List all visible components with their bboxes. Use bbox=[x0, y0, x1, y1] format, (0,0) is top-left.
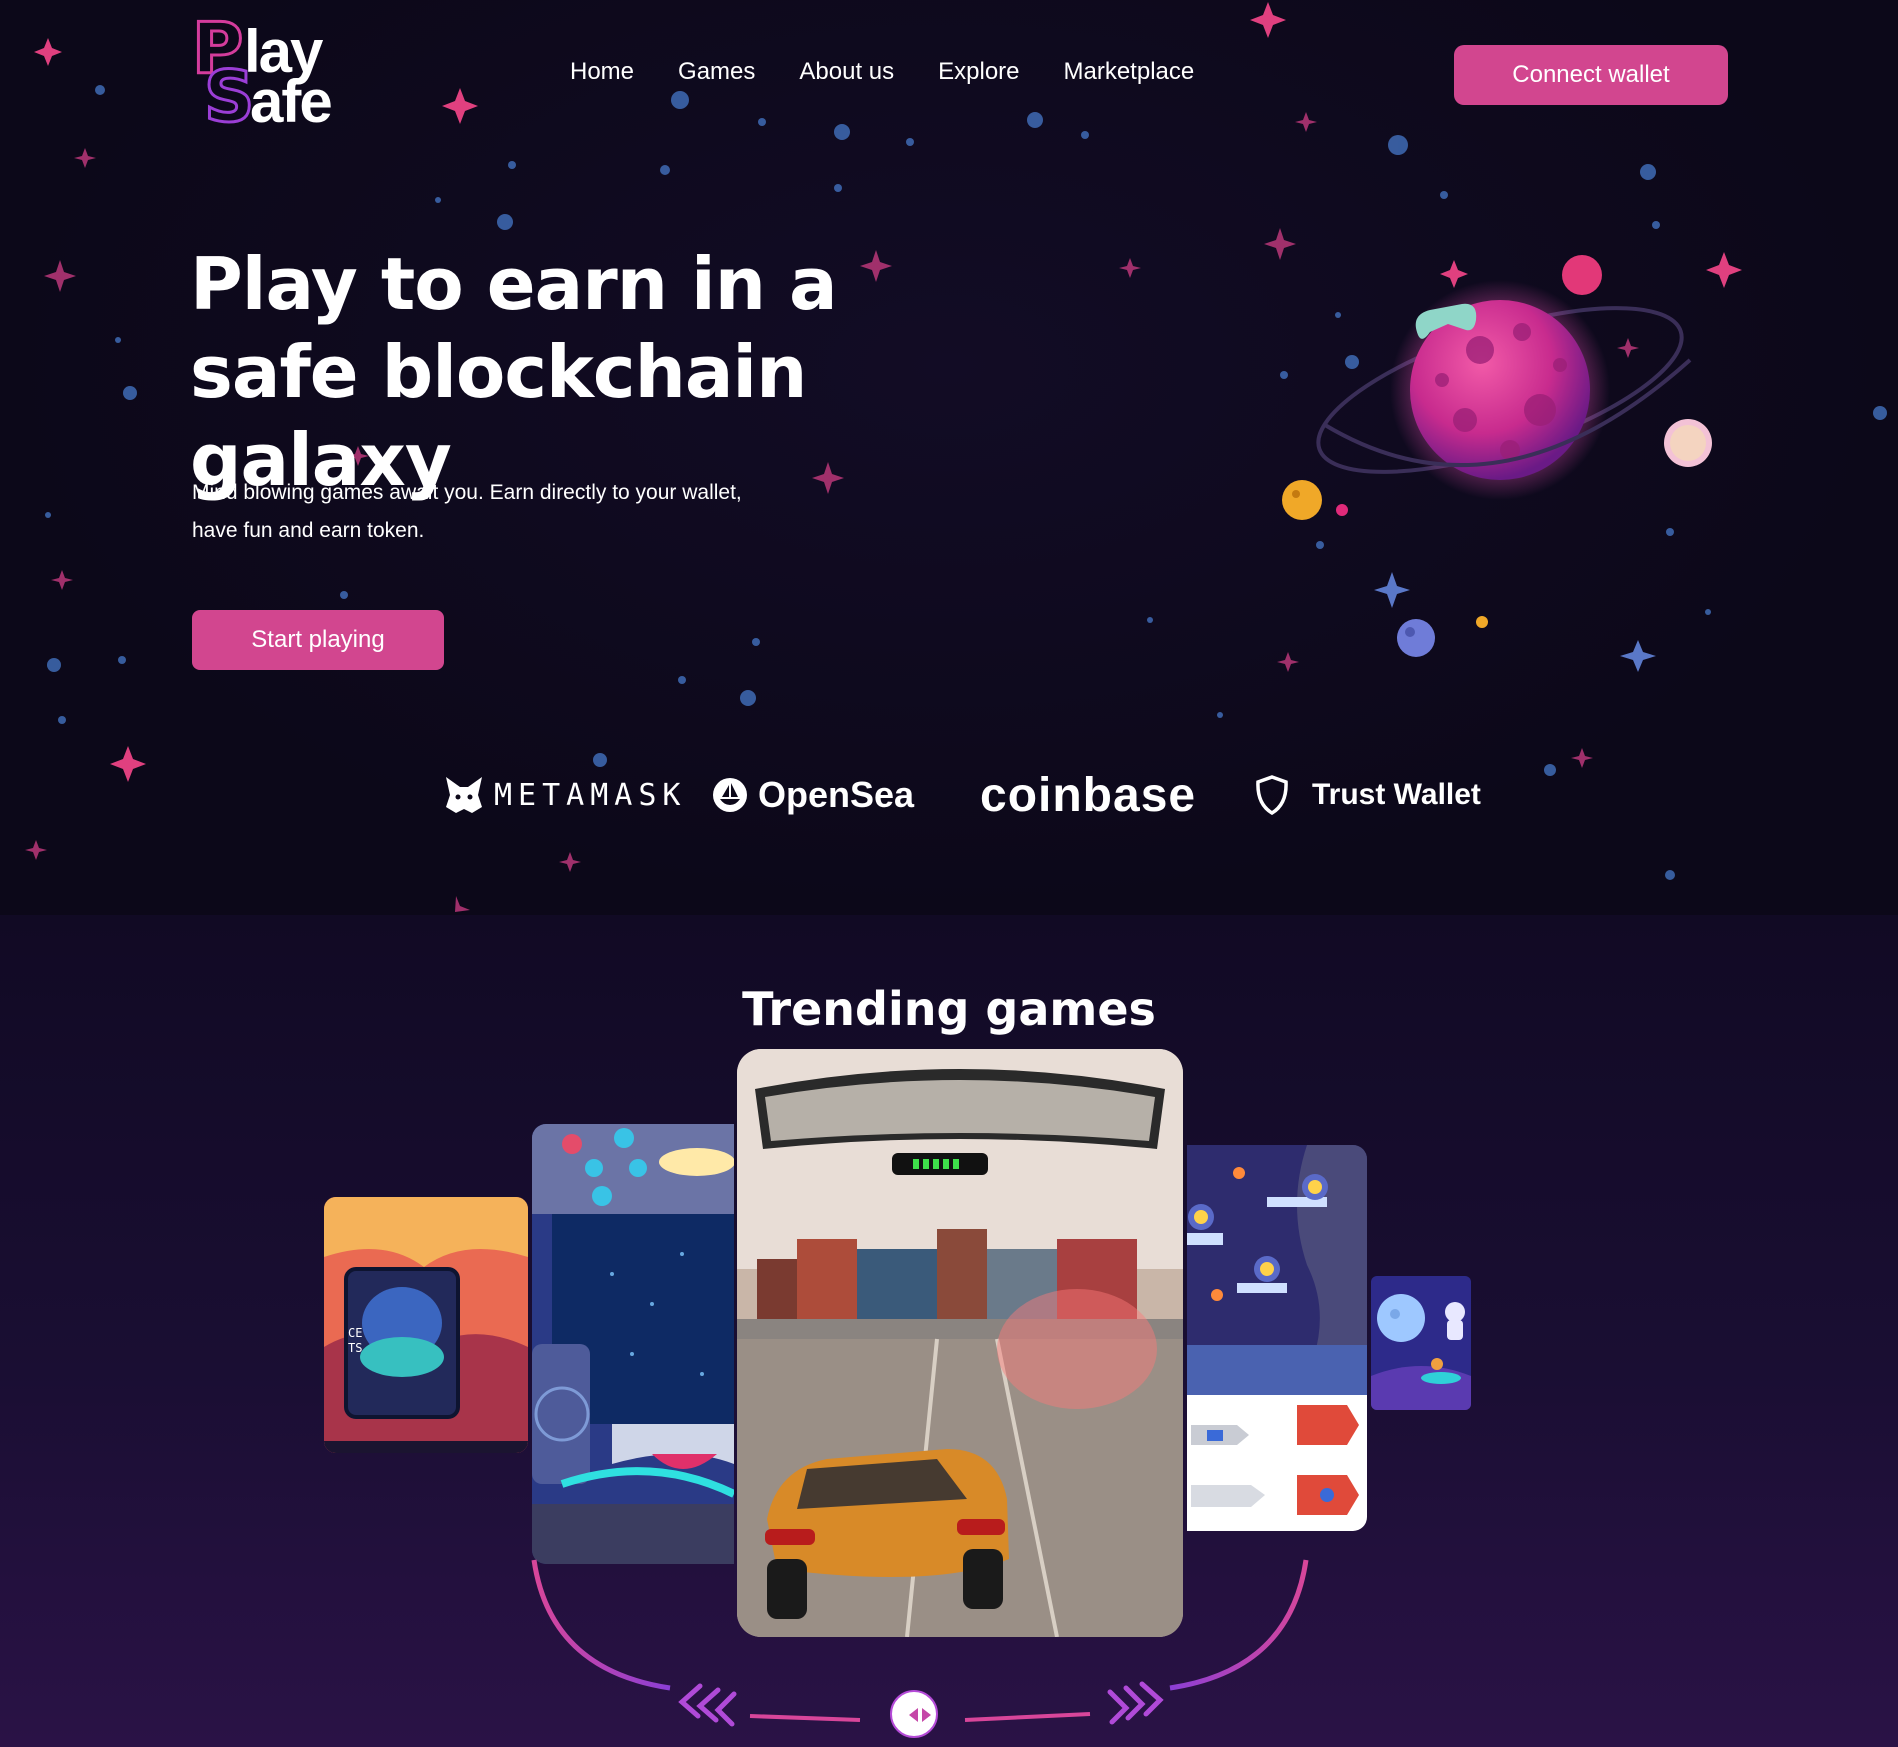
svg-text:CE: CE bbox=[348, 1326, 362, 1340]
playsafe-logo[interactable]: P lay S afe bbox=[190, 13, 352, 138]
partner-metamask-label: METAMASK bbox=[494, 777, 687, 813]
game-card-spaceship-cockpit[interactable] bbox=[532, 1124, 734, 1564]
game-card-racing-car[interactable] bbox=[737, 1049, 1183, 1637]
svg-text:TS: TS bbox=[348, 1341, 362, 1355]
start-playing-button[interactable]: Start playing bbox=[192, 610, 444, 670]
nav-explore[interactable]: Explore bbox=[938, 58, 1019, 86]
game-card-space-platformer[interactable] bbox=[1187, 1145, 1367, 1531]
carousel-arrows-icon[interactable] bbox=[890, 1690, 938, 1738]
nav-marketplace[interactable]: Marketplace bbox=[1064, 58, 1195, 86]
planet-illustration bbox=[1282, 255, 1712, 657]
partner-trust-wallet[interactable]: Trust Wallet bbox=[1254, 760, 1481, 830]
opensea-boat-icon bbox=[713, 778, 747, 812]
logo-letter-s: S bbox=[202, 56, 255, 138]
logo-text-afe: afe bbox=[250, 68, 333, 135]
partner-opensea[interactable]: OpenSea bbox=[712, 760, 914, 830]
partner-trust-wallet-label: Trust Wallet bbox=[1312, 778, 1481, 811]
partner-opensea-label: OpenSea bbox=[758, 774, 915, 815]
nav-games[interactable]: Games bbox=[678, 58, 755, 86]
nav-about-us[interactable]: About us bbox=[799, 58, 894, 86]
connect-wallet-button[interactable]: Connect wallet bbox=[1454, 45, 1728, 105]
nav-home[interactable]: Home bbox=[570, 58, 634, 86]
hero-subtitle: Mind blowing games await you. Earn direc… bbox=[192, 481, 742, 542]
trust-wallet-shield-icon bbox=[1256, 775, 1288, 816]
hero-headline: Play to earn in a safe blockchain galaxy bbox=[190, 242, 838, 502]
trending-games-title: Trending games bbox=[742, 982, 1156, 1036]
partner-metamask[interactable]: METAMASK bbox=[442, 760, 687, 830]
partner-coinbase-label: coinbase bbox=[980, 768, 1197, 822]
partner-coinbase[interactable]: coinbase bbox=[980, 760, 1196, 830]
game-card-astronaut-moon[interactable] bbox=[1371, 1276, 1471, 1410]
main-nav: Home Games About us Explore Marketplace bbox=[570, 58, 1238, 86]
metamask-fox-icon bbox=[446, 777, 482, 813]
game-card-mars-base[interactable]: CE TS bbox=[324, 1197, 528, 1453]
